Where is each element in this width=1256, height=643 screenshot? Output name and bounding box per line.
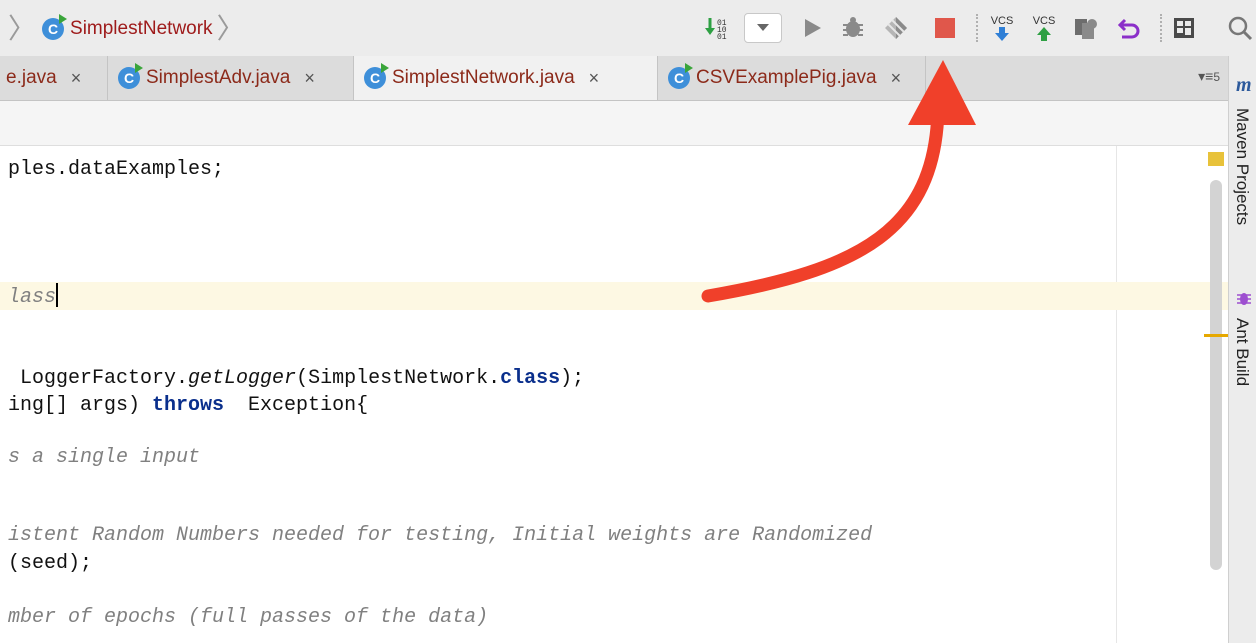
- annotation-arrow-shaft: [701, 103, 945, 303]
- ant-icon: [1237, 293, 1251, 305]
- right-tool-window-bar: m Maven Projects Ant Build: [1228, 56, 1256, 643]
- ant-build-tab[interactable]: Ant Build: [1232, 318, 1252, 386]
- maven-projects-tab[interactable]: Maven Projects: [1232, 108, 1252, 225]
- maven-logo-icon: m: [1236, 74, 1252, 96]
- annotation-arrow-head: [908, 60, 976, 125]
- annotation-arrow: [701, 60, 976, 303]
